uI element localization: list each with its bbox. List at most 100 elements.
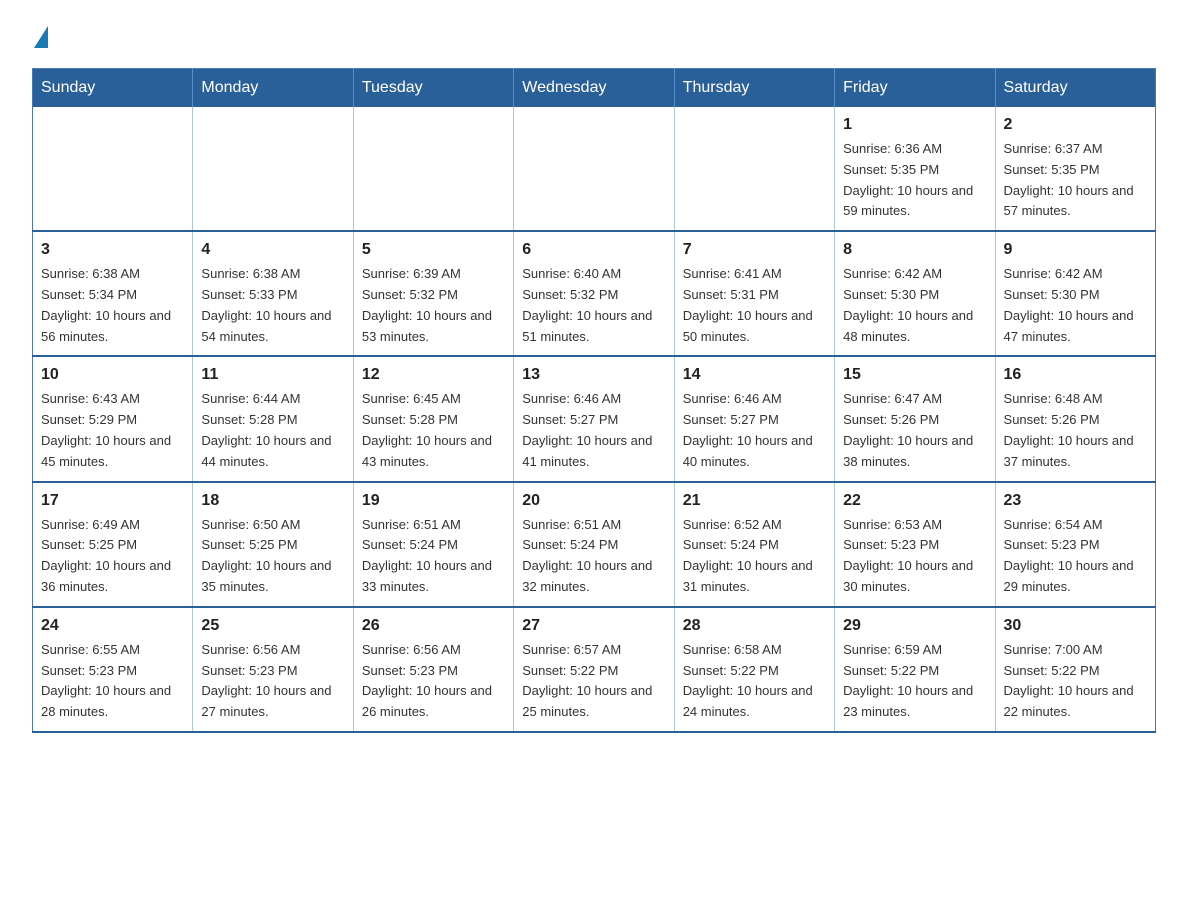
day-number: 26 [362, 614, 505, 638]
day-number: 12 [362, 363, 505, 387]
week-row-3: 10Sunrise: 6:43 AMSunset: 5:29 PMDayligh… [33, 356, 1156, 481]
day-number: 3 [41, 238, 184, 262]
day-info: Sunrise: 6:43 AMSunset: 5:29 PMDaylight:… [41, 389, 184, 472]
day-info: Sunrise: 6:58 AMSunset: 5:22 PMDaylight:… [683, 640, 826, 723]
day-info: Sunrise: 6:55 AMSunset: 5:23 PMDaylight:… [41, 640, 184, 723]
day-info: Sunrise: 6:59 AMSunset: 5:22 PMDaylight:… [843, 640, 986, 723]
day-number: 1 [843, 113, 986, 137]
calendar-cell: 22Sunrise: 6:53 AMSunset: 5:23 PMDayligh… [835, 482, 995, 607]
calendar-cell: 15Sunrise: 6:47 AMSunset: 5:26 PMDayligh… [835, 356, 995, 481]
calendar-cell: 17Sunrise: 6:49 AMSunset: 5:25 PMDayligh… [33, 482, 193, 607]
day-number: 18 [201, 489, 344, 513]
day-number: 7 [683, 238, 826, 262]
day-number: 23 [1004, 489, 1147, 513]
page-header [32, 24, 1156, 48]
day-number: 10 [41, 363, 184, 387]
calendar-cell: 19Sunrise: 6:51 AMSunset: 5:24 PMDayligh… [353, 482, 513, 607]
weekday-header-friday: Friday [835, 69, 995, 108]
weekday-header-sunday: Sunday [33, 69, 193, 108]
day-info: Sunrise: 6:44 AMSunset: 5:28 PMDaylight:… [201, 389, 344, 472]
calendar-cell: 12Sunrise: 6:45 AMSunset: 5:28 PMDayligh… [353, 356, 513, 481]
weekday-header-monday: Monday [193, 69, 353, 108]
logo-triangle-icon [34, 26, 48, 48]
day-number: 9 [1004, 238, 1147, 262]
calendar-cell: 11Sunrise: 6:44 AMSunset: 5:28 PMDayligh… [193, 356, 353, 481]
calendar-cell: 30Sunrise: 7:00 AMSunset: 5:22 PMDayligh… [995, 607, 1155, 732]
weekday-header-row: SundayMondayTuesdayWednesdayThursdayFrid… [33, 69, 1156, 108]
calendar-cell: 18Sunrise: 6:50 AMSunset: 5:25 PMDayligh… [193, 482, 353, 607]
day-info: Sunrise: 6:42 AMSunset: 5:30 PMDaylight:… [1004, 264, 1147, 347]
day-info: Sunrise: 7:00 AMSunset: 5:22 PMDaylight:… [1004, 640, 1147, 723]
calendar-cell: 28Sunrise: 6:58 AMSunset: 5:22 PMDayligh… [674, 607, 834, 732]
weekday-header-wednesday: Wednesday [514, 69, 674, 108]
day-info: Sunrise: 6:56 AMSunset: 5:23 PMDaylight:… [201, 640, 344, 723]
weekday-header-tuesday: Tuesday [353, 69, 513, 108]
calendar-cell: 6Sunrise: 6:40 AMSunset: 5:32 PMDaylight… [514, 231, 674, 356]
day-info: Sunrise: 6:47 AMSunset: 5:26 PMDaylight:… [843, 389, 986, 472]
day-info: Sunrise: 6:50 AMSunset: 5:25 PMDaylight:… [201, 515, 344, 598]
day-number: 24 [41, 614, 184, 638]
logo [32, 24, 50, 48]
day-number: 13 [522, 363, 665, 387]
calendar-cell [353, 107, 513, 231]
day-info: Sunrise: 6:40 AMSunset: 5:32 PMDaylight:… [522, 264, 665, 347]
day-info: Sunrise: 6:46 AMSunset: 5:27 PMDaylight:… [683, 389, 826, 472]
day-number: 28 [683, 614, 826, 638]
day-number: 27 [522, 614, 665, 638]
calendar-cell: 9Sunrise: 6:42 AMSunset: 5:30 PMDaylight… [995, 231, 1155, 356]
calendar-cell: 29Sunrise: 6:59 AMSunset: 5:22 PMDayligh… [835, 607, 995, 732]
day-info: Sunrise: 6:57 AMSunset: 5:22 PMDaylight:… [522, 640, 665, 723]
day-number: 20 [522, 489, 665, 513]
day-number: 4 [201, 238, 344, 262]
day-info: Sunrise: 6:49 AMSunset: 5:25 PMDaylight:… [41, 515, 184, 598]
calendar-cell: 14Sunrise: 6:46 AMSunset: 5:27 PMDayligh… [674, 356, 834, 481]
calendar-cell: 10Sunrise: 6:43 AMSunset: 5:29 PMDayligh… [33, 356, 193, 481]
day-number: 21 [683, 489, 826, 513]
calendar-cell: 2Sunrise: 6:37 AMSunset: 5:35 PMDaylight… [995, 107, 1155, 231]
day-info: Sunrise: 6:37 AMSunset: 5:35 PMDaylight:… [1004, 139, 1147, 222]
day-number: 29 [843, 614, 986, 638]
calendar-cell: 26Sunrise: 6:56 AMSunset: 5:23 PMDayligh… [353, 607, 513, 732]
calendar-cell: 8Sunrise: 6:42 AMSunset: 5:30 PMDaylight… [835, 231, 995, 356]
calendar-cell: 21Sunrise: 6:52 AMSunset: 5:24 PMDayligh… [674, 482, 834, 607]
day-info: Sunrise: 6:52 AMSunset: 5:24 PMDaylight:… [683, 515, 826, 598]
day-info: Sunrise: 6:38 AMSunset: 5:33 PMDaylight:… [201, 264, 344, 347]
calendar-cell [33, 107, 193, 231]
day-number: 5 [362, 238, 505, 262]
calendar-cell: 1Sunrise: 6:36 AMSunset: 5:35 PMDaylight… [835, 107, 995, 231]
day-number: 25 [201, 614, 344, 638]
day-info: Sunrise: 6:46 AMSunset: 5:27 PMDaylight:… [522, 389, 665, 472]
weekday-header-thursday: Thursday [674, 69, 834, 108]
week-row-5: 24Sunrise: 6:55 AMSunset: 5:23 PMDayligh… [33, 607, 1156, 732]
calendar-cell: 5Sunrise: 6:39 AMSunset: 5:32 PMDaylight… [353, 231, 513, 356]
day-info: Sunrise: 6:54 AMSunset: 5:23 PMDaylight:… [1004, 515, 1147, 598]
day-info: Sunrise: 6:36 AMSunset: 5:35 PMDaylight:… [843, 139, 986, 222]
calendar-cell: 16Sunrise: 6:48 AMSunset: 5:26 PMDayligh… [995, 356, 1155, 481]
calendar-table: SundayMondayTuesdayWednesdayThursdayFrid… [32, 68, 1156, 733]
calendar-cell: 23Sunrise: 6:54 AMSunset: 5:23 PMDayligh… [995, 482, 1155, 607]
weekday-header-saturday: Saturday [995, 69, 1155, 108]
week-row-1: 1Sunrise: 6:36 AMSunset: 5:35 PMDaylight… [33, 107, 1156, 231]
day-info: Sunrise: 6:38 AMSunset: 5:34 PMDaylight:… [41, 264, 184, 347]
week-row-4: 17Sunrise: 6:49 AMSunset: 5:25 PMDayligh… [33, 482, 1156, 607]
day-number: 16 [1004, 363, 1147, 387]
calendar-cell: 13Sunrise: 6:46 AMSunset: 5:27 PMDayligh… [514, 356, 674, 481]
day-info: Sunrise: 6:39 AMSunset: 5:32 PMDaylight:… [362, 264, 505, 347]
day-info: Sunrise: 6:56 AMSunset: 5:23 PMDaylight:… [362, 640, 505, 723]
day-info: Sunrise: 6:48 AMSunset: 5:26 PMDaylight:… [1004, 389, 1147, 472]
day-info: Sunrise: 6:53 AMSunset: 5:23 PMDaylight:… [843, 515, 986, 598]
calendar-cell [674, 107, 834, 231]
day-info: Sunrise: 6:51 AMSunset: 5:24 PMDaylight:… [362, 515, 505, 598]
day-info: Sunrise: 6:42 AMSunset: 5:30 PMDaylight:… [843, 264, 986, 347]
calendar-cell: 4Sunrise: 6:38 AMSunset: 5:33 PMDaylight… [193, 231, 353, 356]
calendar-cell: 20Sunrise: 6:51 AMSunset: 5:24 PMDayligh… [514, 482, 674, 607]
day-number: 17 [41, 489, 184, 513]
day-number: 14 [683, 363, 826, 387]
day-number: 8 [843, 238, 986, 262]
day-number: 22 [843, 489, 986, 513]
day-info: Sunrise: 6:51 AMSunset: 5:24 PMDaylight:… [522, 515, 665, 598]
day-number: 15 [843, 363, 986, 387]
calendar-cell: 7Sunrise: 6:41 AMSunset: 5:31 PMDaylight… [674, 231, 834, 356]
calendar-cell [514, 107, 674, 231]
day-info: Sunrise: 6:45 AMSunset: 5:28 PMDaylight:… [362, 389, 505, 472]
